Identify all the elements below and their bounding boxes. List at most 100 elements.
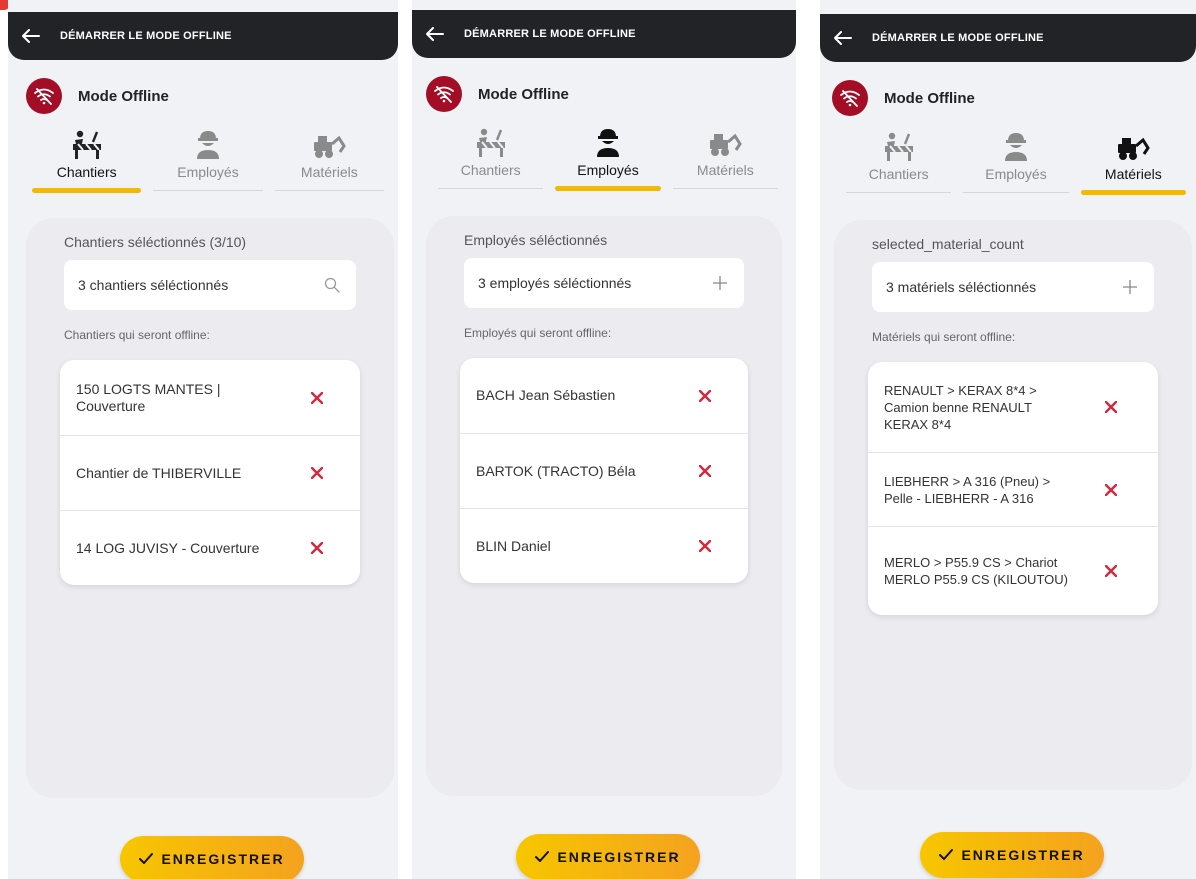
search-icon[interactable]: [322, 275, 342, 295]
selection-title: Employés séléctionnés: [464, 232, 608, 248]
wifi-off-icon: [426, 76, 462, 112]
tab-label: Chantiers: [56, 164, 117, 180]
mode-label: Mode Offline: [884, 89, 975, 107]
tab-indicator: [274, 190, 384, 191]
screen-chantiers: DÉMARRER LE MODE OFFLINE Mode Offline Ch…: [8, 0, 398, 879]
tab-employes[interactable]: Employés: [147, 124, 268, 200]
selection-card: Chantiers séléctionnés (3/10) 3 chantier…: [26, 218, 394, 798]
remove-icon[interactable]: [310, 391, 324, 405]
back-arrow-icon[interactable]: [834, 27, 856, 49]
tab-indicator: [153, 190, 263, 191]
offline-list-label: Chantiers qui seront offline:: [64, 328, 210, 342]
remove-icon[interactable]: [698, 389, 712, 403]
item-label: LIEBHERR > A 316 (Pneu) > Pelle - LIEBHE…: [884, 473, 1051, 506]
back-arrow-icon[interactable]: [22, 25, 44, 47]
list-item: 150 LOGTS MANTES | Couverture: [60, 360, 360, 435]
tab-chantiers[interactable]: Chantiers: [840, 126, 957, 202]
check-icon: [535, 850, 550, 864]
offline-list-label: Employés qui seront offline:: [464, 326, 612, 340]
selection-title: Chantiers séléctionnés (3/10): [64, 234, 247, 250]
tab-employes[interactable]: Employés: [957, 126, 1074, 202]
page-title: DÉMARRER LE MODE OFFLINE: [60, 30, 232, 42]
wifi-off-icon: [832, 80, 868, 116]
offline-mode-row: Mode Offline: [832, 80, 975, 116]
item-label: 150 LOGTS MANTES | Couverture: [76, 380, 221, 414]
construction-barrier-icon: [883, 126, 915, 162]
save-button[interactable]: ENREGISTRER: [920, 832, 1104, 878]
tab-indicator: [555, 186, 661, 191]
plus-icon[interactable]: [1120, 277, 1140, 297]
tab-chantiers[interactable]: Chantiers: [26, 124, 147, 200]
list-item: BACH Jean Sébastien: [460, 358, 748, 433]
top-bar: DÉMARRER LE MODE OFFLINE: [820, 14, 1196, 62]
tab-bar: Chantiers Employés Matériels: [26, 124, 390, 200]
mode-label: Mode Offline: [78, 87, 169, 105]
plus-icon[interactable]: [710, 273, 730, 293]
check-icon: [939, 848, 954, 862]
mode-label: Mode Offline: [478, 85, 569, 103]
offline-list-label: Matériels qui seront offline:: [872, 330, 1016, 344]
tab-indicator: [438, 188, 544, 189]
worker-icon: [595, 122, 621, 158]
save-button[interactable]: ENREGISTRER: [516, 834, 700, 879]
save-label: ENREGISTRER: [161, 851, 285, 867]
item-label: RENAULT > KERAX 8*4 > Camion benne RENAU…: [884, 382, 1037, 432]
list-item: BLIN Daniel: [460, 508, 748, 583]
tab-employes[interactable]: Employés: [549, 122, 666, 198]
materiels-select-input[interactable]: 3 matériels séléctionnés: [872, 262, 1154, 312]
tab-label: Employés: [577, 162, 639, 178]
worker-icon: [1003, 126, 1029, 162]
input-value: 3 matériels séléctionnés: [886, 279, 1037, 295]
construction-barrier-icon: [475, 122, 507, 158]
tab-materiels[interactable]: Matériels: [1075, 126, 1192, 202]
list-item: MERLO > P55.9 CS > Chariot MERLO P55.9 C…: [868, 526, 1158, 615]
list-item: 14 LOG JUVISY - Couverture: [60, 510, 360, 585]
back-arrow-icon[interactable]: [426, 23, 448, 45]
remove-icon[interactable]: [698, 464, 712, 478]
worker-icon: [195, 124, 221, 160]
input-value: 3 employés séléctionnés: [478, 275, 632, 291]
offline-list: 150 LOGTS MANTES | Couverture Chantier d…: [60, 360, 360, 585]
remove-icon[interactable]: [310, 541, 324, 555]
tab-bar: Chantiers Employés Matériels: [432, 122, 784, 198]
tab-chantiers[interactable]: Chantiers: [432, 122, 549, 198]
selection-title: selected_material_count: [872, 236, 1024, 252]
remove-icon[interactable]: [1104, 483, 1118, 497]
list-item: Chantier de THIBERVILLE: [60, 435, 360, 510]
save-button[interactable]: ENREGISTRER: [120, 836, 304, 879]
tab-indicator: [846, 192, 952, 193]
offline-mode-row: Mode Offline: [426, 76, 569, 112]
save-label: ENREGISTRER: [557, 849, 681, 865]
employes-select-input[interactable]: 3 employés séléctionnés: [464, 258, 744, 308]
item-label: MERLO > P55.9 CS > Chariot MERLO P55.9 C…: [884, 555, 1068, 587]
remove-icon[interactable]: [310, 466, 324, 480]
tab-materiels[interactable]: Matériels: [269, 124, 390, 200]
selection-card: Employés séléctionnés 3 employés sélécti…: [426, 216, 782, 796]
tab-materiels[interactable]: Matériels: [667, 122, 784, 198]
top-bar: DÉMARRER LE MODE OFFLINE: [8, 12, 398, 60]
tab-indicator: [963, 192, 1069, 193]
wifi-off-icon: [26, 78, 62, 114]
tab-bar: Chantiers Employés Matériels: [840, 126, 1192, 202]
item-label: 14 LOG JUVISY - Couverture: [76, 539, 260, 556]
tab-label: Matériels: [696, 162, 754, 178]
screen-materiels: DÉMARRER LE MODE OFFLINE Mode Offline Ch…: [820, 0, 1196, 879]
remove-icon[interactable]: [1104, 400, 1118, 414]
offline-mode-row: Mode Offline: [26, 78, 169, 114]
excavator-icon: [708, 122, 743, 158]
input-value: 3 chantiers séléctionnés: [78, 277, 229, 293]
item-label: BARTOK (TRACTO) Béla: [476, 462, 636, 479]
excavator-icon: [312, 124, 347, 160]
item-label: BLIN Daniel: [476, 537, 551, 554]
tab-indicator: [672, 188, 778, 189]
construction-barrier-icon: [71, 124, 103, 160]
check-icon: [139, 852, 154, 866]
remove-icon[interactable]: [1104, 564, 1118, 578]
chantiers-search-input[interactable]: 3 chantiers séléctionnés: [64, 260, 356, 310]
top-bar: DÉMARRER LE MODE OFFLINE: [412, 10, 796, 58]
list-item: LIEBHERR > A 316 (Pneu) > Pelle - LIEBHE…: [868, 452, 1158, 526]
tab-indicator: [32, 188, 142, 193]
remove-icon[interactable]: [698, 539, 712, 553]
tab-label: Matériels: [1104, 166, 1162, 182]
list-item: RENAULT > KERAX 8*4 > Camion benne RENAU…: [868, 362, 1158, 452]
